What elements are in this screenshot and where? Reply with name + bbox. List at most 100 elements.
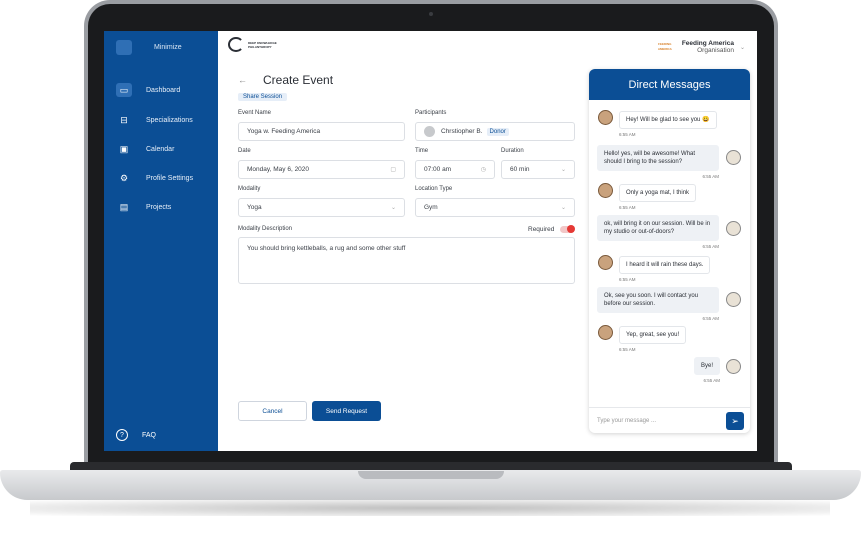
- avatar: [598, 325, 613, 340]
- time-field[interactable]: 07:00 am ◷: [415, 160, 495, 179]
- message-incoming: Hey! Will be glad to see you 😀 6:55 AM: [619, 111, 717, 137]
- message-text: Yep, great, see you!: [619, 326, 687, 344]
- org-role: Organisation: [697, 47, 734, 54]
- sidebar-item-specializations[interactable]: ⊟ Specializations: [104, 111, 218, 129]
- message-outgoing: Ok, see you soon. I will contact you bef…: [597, 287, 719, 321]
- event-name-field[interactable]: Yoga w. Feeding America: [238, 122, 405, 141]
- toggle-switch[interactable]: [560, 225, 576, 233]
- sidebar-item-dashboard[interactable]: ▭ Dashboard: [104, 81, 218, 99]
- message-outgoing: Hello! yes, will be awesome! What should…: [597, 145, 719, 179]
- modality-select[interactable]: Yoga ⌄: [238, 198, 405, 217]
- laptop-shadow: [30, 500, 830, 516]
- time-value: 07:00 am: [424, 166, 452, 173]
- chevron-down-icon: ⌄: [560, 167, 566, 173]
- message-text: Ok, see you soon. I will contact you bef…: [597, 287, 719, 313]
- sidebar-item-label: Calendar: [146, 145, 175, 153]
- sidebar-item-calendar[interactable]: ▣ Calendar: [104, 140, 218, 158]
- duration-value: 60 min: [510, 166, 530, 173]
- logo-text: DEEP KNOWLEDGE PHILANTHROPY: [248, 40, 277, 49]
- sidebar-item-label: FAQ: [142, 431, 157, 439]
- required-toggle[interactable]: Required: [528, 225, 576, 233]
- message-time: 6:55 AM: [702, 174, 719, 179]
- avatar: [598, 255, 613, 270]
- duration-select[interactable]: 60 min ⌄: [501, 160, 575, 179]
- message-time: 6:55 AM: [703, 378, 721, 383]
- avatar: [726, 292, 741, 307]
- org-name: Feeding America: [681, 40, 734, 47]
- avatar: [726, 221, 741, 236]
- sidebar-item-label: Specializations: [146, 116, 193, 124]
- required-label: Required: [528, 226, 555, 233]
- back-arrow-icon[interactable]: ←: [238, 75, 247, 85]
- date-value: Monday, May 6, 2020: [247, 166, 310, 173]
- share-session-link[interactable]: Share Session: [238, 93, 288, 101]
- gear-icon: ⚙: [119, 172, 129, 183]
- message-incoming: I heard it will rain these days. 6:55 AM: [619, 256, 711, 282]
- sidebar-item-label: Profile Settings: [146, 174, 194, 182]
- calendar-small-icon: ▢: [390, 167, 396, 173]
- message-text: I heard it will rain these days.: [619, 256, 711, 274]
- laptop-notch: [358, 471, 504, 479]
- brand-logo[interactable]: DEEP KNOWLEDGE PHILANTHROPY: [228, 37, 282, 52]
- message-time: 6:55 AM: [702, 316, 719, 321]
- avatar: [598, 183, 613, 198]
- donor-badge: Donor: [486, 127, 509, 136]
- message-text: Hello! yes, will be awesome! What should…: [597, 145, 719, 171]
- sidebar-logo-square: [116, 40, 132, 55]
- location-type-select[interactable]: Gym ⌄: [415, 198, 575, 217]
- briefcase-icon: ⊟: [120, 114, 128, 125]
- modality-value: Yoga: [247, 204, 262, 211]
- sidebar-item-profile-settings[interactable]: ⚙ Profile Settings: [104, 169, 218, 187]
- sidebar-item-faq[interactable]: ? FAQ: [116, 429, 156, 441]
- cancel-button[interactable]: Cancel: [238, 401, 307, 421]
- help-icon: ?: [116, 429, 128, 441]
- sidebar-item-label: Dashboard: [146, 86, 181, 94]
- avatar: [726, 359, 741, 374]
- message-outgoing: ok, will bring it on our session. Will b…: [597, 215, 719, 249]
- message-text: Hey! Will be glad to see you 😀: [619, 111, 717, 129]
- sidebar-item-projects[interactable]: ▤ Projects: [104, 198, 218, 216]
- time-label: Time: [415, 148, 429, 154]
- messages-title: Direct Messages: [589, 69, 750, 100]
- message-input[interactable]: Type your message ... ➢: [589, 407, 750, 433]
- dashboard-icon: ▭: [116, 83, 132, 97]
- message-time: 6:55 AM: [702, 244, 719, 249]
- chevron-down-icon: ⌄: [390, 205, 396, 211]
- modality-label: Modality: [238, 186, 261, 192]
- avatar: [726, 150, 741, 165]
- logo-mark-icon: [228, 37, 244, 52]
- chevron-down-icon: ⌄: [739, 44, 745, 51]
- participant-name: Chrstiopher B.: [441, 128, 483, 135]
- message-incoming: Only a yoga mat, I think 6:55 AM: [619, 184, 697, 210]
- location-type-value: Gym: [424, 204, 438, 211]
- participants-field[interactable]: Chrstiopher B. Donor: [415, 122, 575, 141]
- message-text: Only a yoga mat, I think: [619, 184, 697, 202]
- chevron-down-icon: ⌄: [560, 205, 566, 211]
- webcam: [429, 12, 433, 16]
- clock-icon: ◷: [480, 167, 486, 173]
- participants-label: Participants: [415, 110, 447, 116]
- modality-description-label: Modality Description: [238, 226, 293, 232]
- app-screen: Minimize ▭ Dashboard ⊟ Specializations ▣…: [104, 31, 757, 451]
- message-time: 6:55 AM: [619, 132, 636, 137]
- send-request-button[interactable]: Send Request: [312, 401, 381, 421]
- sidebar-item-label: Projects: [146, 203, 172, 211]
- send-icon[interactable]: ➢: [726, 412, 744, 430]
- folder-icon: ▤: [119, 201, 129, 212]
- message-text: ok, will bring it on our session. Will b…: [597, 215, 719, 241]
- message-incoming: Yep, great, see you! 6:55 AM: [619, 326, 687, 352]
- page-title: Create Event: [263, 73, 334, 87]
- message-outgoing: Bye! 6:55 AM: [694, 357, 721, 383]
- org-switcher[interactable]: FEEDING AMERICA Feeding America Organisa…: [654, 40, 745, 54]
- direct-messages-panel: Direct Messages Hey! Will be glad to see…: [589, 69, 750, 433]
- duration-label: Duration: [501, 148, 524, 154]
- minimize-toggle[interactable]: Minimize: [116, 40, 182, 55]
- avatar: [424, 126, 435, 137]
- message-input-placeholder: Type your message ...: [597, 417, 657, 424]
- modality-description-field[interactable]: You should bring kettleballs, a rug and …: [238, 237, 575, 284]
- sidebar: Minimize ▭ Dashboard ⊟ Specializations ▣…: [104, 31, 218, 451]
- minimize-label: Minimize: [154, 44, 182, 51]
- avatar: [598, 110, 613, 125]
- date-field[interactable]: Monday, May 6, 2020 ▢: [238, 160, 405, 179]
- location-type-label: Location Type: [415, 186, 453, 192]
